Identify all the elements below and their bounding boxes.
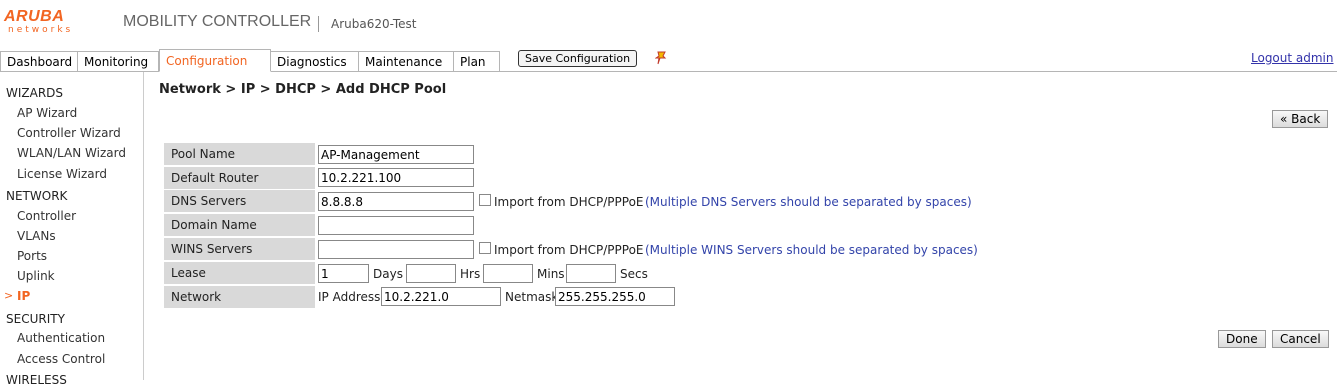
device-name: Aruba620-Test bbox=[331, 17, 417, 31]
sidebar-item-authentication[interactable]: Authentication bbox=[17, 331, 105, 345]
sidebar-section-security: SECURITY bbox=[6, 312, 65, 326]
pool-name-label: Pool Name bbox=[164, 143, 315, 165]
wins-servers-label: WINS Servers bbox=[164, 238, 315, 260]
row-dns-servers: DNS Servers Import from DHCP/PPPoE (Mult… bbox=[164, 190, 1164, 212]
product-title: MOBILITY CONTROLLER bbox=[123, 13, 312, 30]
lease-mins-input[interactable] bbox=[483, 264, 533, 283]
app-header: ARUBA networks MOBILITY CONTROLLER Aruba… bbox=[0, 0, 1337, 48]
sidebar-item-uplink[interactable]: Uplink bbox=[17, 269, 55, 283]
row-network: Network IP Address Netmask bbox=[164, 286, 1164, 308]
lease-hrs-label: Hrs bbox=[460, 267, 481, 281]
save-configuration-button[interactable]: Save Configuration bbox=[518, 50, 638, 67]
sidebar-item-ip[interactable]: IP bbox=[17, 289, 30, 303]
netmask-input[interactable] bbox=[555, 287, 675, 306]
dns-hint: (Multiple DNS Servers should be separate… bbox=[645, 195, 972, 209]
sidebar-item-license-wizard[interactable]: License Wizard bbox=[17, 167, 107, 181]
row-domain-name: Domain Name bbox=[164, 214, 1164, 236]
dns-servers-label: DNS Servers bbox=[164, 190, 315, 212]
logout-link[interactable]: Logout admin bbox=[1251, 51, 1334, 65]
sidebar-item-controller-wizard[interactable]: Controller Wizard bbox=[17, 126, 121, 140]
lease-days-label: Days bbox=[373, 267, 403, 281]
wins-hint: (Multiple WINS Servers should be separat… bbox=[645, 243, 978, 257]
header-divider bbox=[318, 16, 319, 32]
domain-name-input[interactable] bbox=[318, 216, 474, 235]
tab-diagnostics[interactable]: Diagnostics bbox=[270, 51, 359, 71]
back-button[interactable]: « Back bbox=[1272, 110, 1329, 128]
lease-label: Lease bbox=[164, 262, 315, 284]
dns-servers-input[interactable] bbox=[318, 192, 474, 211]
sidebar-section-wireless: WIRELESS bbox=[6, 373, 67, 387]
tab-maintenance[interactable]: Maintenance bbox=[358, 51, 454, 71]
tab-plan[interactable]: Plan bbox=[453, 51, 500, 71]
wins-import-label: Import from DHCP/PPPoE bbox=[494, 243, 644, 257]
cancel-button[interactable]: Cancel bbox=[1272, 330, 1329, 348]
pool-name-input[interactable] bbox=[318, 145, 474, 164]
row-pool-name: Pool Name bbox=[164, 143, 1164, 165]
tab-configuration[interactable]: Configuration bbox=[159, 49, 271, 72]
network-label: Network bbox=[164, 286, 315, 308]
sidebar-section-wizards: WIZARDS bbox=[6, 86, 64, 100]
wins-servers-input[interactable] bbox=[318, 240, 474, 259]
row-default-router: Default Router bbox=[164, 167, 1164, 189]
sidebar-item-vlans[interactable]: VLANs bbox=[17, 229, 56, 243]
sidebar: WIZARDS AP Wizard Controller Wizard WLAN… bbox=[0, 72, 144, 387]
aruba-logo: ARUBA networks bbox=[4, 8, 99, 38]
logo-text: ARUBA bbox=[4, 8, 65, 25]
lease-mins-label: Mins bbox=[537, 267, 565, 281]
sidebar-item-access-control[interactable]: Access Control bbox=[17, 352, 105, 366]
dns-import-checkbox[interactable] bbox=[479, 194, 491, 206]
ip-address-label: IP Address bbox=[318, 290, 381, 304]
row-wins-servers: WINS Servers Import from DHCP/PPPoE (Mul… bbox=[164, 238, 1164, 260]
lease-secs-input[interactable] bbox=[566, 264, 616, 283]
dns-import-label: Import from DHCP/PPPoE bbox=[494, 195, 644, 209]
lease-days-input[interactable] bbox=[318, 264, 369, 283]
tab-dashboard[interactable]: Dashboard bbox=[0, 51, 78, 71]
wins-import-checkbox[interactable] bbox=[479, 242, 491, 254]
default-router-label: Default Router bbox=[164, 167, 315, 189]
netmask-label: Netmask bbox=[505, 290, 559, 304]
tab-monitoring[interactable]: Monitoring bbox=[77, 51, 159, 71]
lease-secs-label: Secs bbox=[620, 267, 648, 281]
domain-name-label: Domain Name bbox=[164, 214, 315, 236]
sidebar-item-ports[interactable]: Ports bbox=[17, 249, 47, 263]
main-tab-bar: Dashboard Monitoring Configuration Diagn… bbox=[0, 48, 1337, 72]
breadcrumb: Network > IP > DHCP > Add DHCP Pool bbox=[159, 82, 447, 97]
active-item-arrow-icon: > bbox=[4, 289, 14, 302]
default-router-input[interactable] bbox=[318, 168, 474, 187]
lease-hrs-input[interactable] bbox=[406, 264, 456, 283]
logo-subtext: networks bbox=[8, 25, 74, 35]
done-button[interactable]: Done bbox=[1218, 330, 1266, 348]
sidebar-item-controller[interactable]: Controller bbox=[17, 209, 76, 223]
sidebar-section-network: NETWORK bbox=[6, 189, 68, 203]
sidebar-item-ap-wizard[interactable]: AP Wizard bbox=[17, 106, 77, 120]
pin-icon[interactable] bbox=[655, 51, 667, 65]
sidebar-item-wlan-lan-wizard[interactable]: WLAN/LAN Wizard bbox=[17, 146, 126, 160]
row-lease: Lease Days Hrs Mins Secs bbox=[164, 262, 1164, 284]
ip-address-input[interactable] bbox=[381, 287, 501, 306]
